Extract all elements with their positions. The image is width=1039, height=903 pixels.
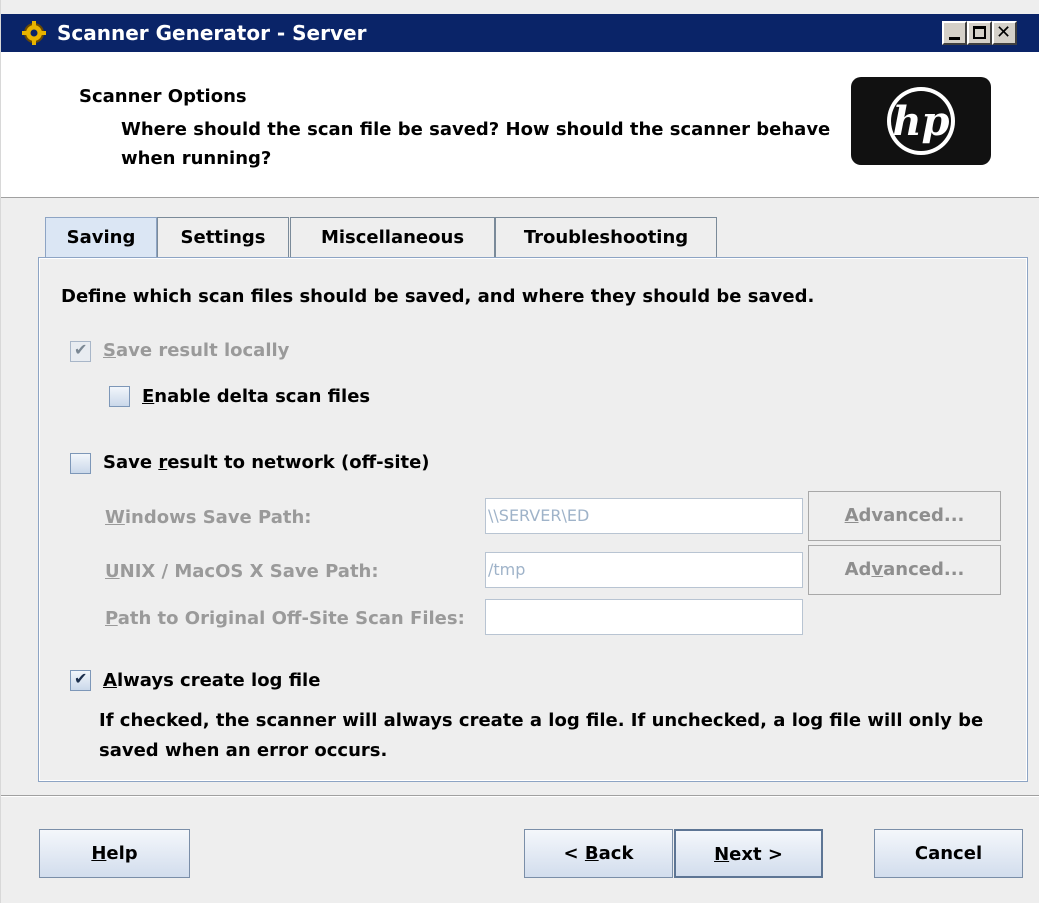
log-file-label: Always create log file — [103, 670, 321, 691]
cancel-button[interactable]: Cancel — [874, 829, 1023, 878]
maximize-icon — [973, 26, 986, 39]
minimize-button[interactable] — [942, 21, 967, 45]
save-locally-checkbox[interactable] — [70, 340, 91, 362]
app-gear-icon — [22, 21, 46, 45]
page-description: Where should the scan file be saved? How… — [121, 119, 831, 169]
tab-miscellaneous[interactable]: Miscellaneous — [290, 217, 495, 257]
minimize-icon — [949, 37, 960, 40]
tab-troubleshooting[interactable]: Troubleshooting — [495, 217, 717, 257]
windows-advanced-button[interactable]: Advanced... — [808, 491, 1001, 541]
unix-path-field[interactable]: /tmp — [485, 552, 803, 588]
page-title: Scanner Options — [79, 86, 247, 107]
hp-logo: hp — [851, 77, 991, 165]
delta-files-checkbox[interactable] — [109, 386, 130, 407]
next-button[interactable]: Next > — [674, 829, 823, 878]
svg-text:hp: hp — [892, 98, 949, 145]
close-button[interactable]: ✕ — [992, 21, 1017, 45]
close-icon: ✕ — [996, 22, 1012, 43]
windows-path-field[interactable]: \\SERVER\ED — [485, 498, 803, 534]
window-title: Scanner Generator - Server — [57, 21, 367, 45]
tab-label: Settings — [180, 227, 266, 248]
log-file-checkbox[interactable] — [70, 669, 91, 691]
wizard-header: Scanner Options Where should the scan fi… — [1, 52, 1039, 198]
footer-divider — [1, 795, 1039, 797]
original-path-label: Path to Original Off-Site Scan Files: — [105, 608, 465, 629]
save-locally-label: Save result locally — [103, 340, 290, 361]
tab-saving[interactable]: Saving — [45, 217, 157, 260]
save-network-checkbox[interactable] — [70, 453, 91, 474]
tab-label: Miscellaneous — [320, 227, 465, 248]
tab-label: Troubleshooting — [523, 227, 689, 248]
windows-path-label: Windows Save Path: — [105, 507, 312, 528]
tab-label: Saving — [66, 227, 136, 248]
maximize-button[interactable] — [967, 21, 992, 45]
unix-advanced-button[interactable]: Advanced... — [808, 545, 1001, 595]
log-file-note: If checked, the scanner will always crea… — [99, 710, 984, 761]
back-button[interactable]: < Back — [524, 829, 673, 878]
help-button[interactable]: Help — [39, 829, 190, 878]
original-path-field[interactable] — [485, 599, 803, 635]
saving-description: Define which scan files should be saved,… — [61, 286, 815, 307]
save-network-label: Save result to network (off-site) — [103, 452, 430, 473]
dialog-window: Scanner Generator - Server ✕ Scanner Opt… — [0, 0, 1039, 903]
delta-files-label: Enable delta scan files — [142, 386, 371, 407]
unix-path-label: UNIX / MacOS X Save Path: — [105, 561, 379, 582]
tab-settings[interactable]: Settings — [157, 217, 289, 257]
title-bar[interactable]: Scanner Generator - Server ✕ — [1, 14, 1039, 52]
